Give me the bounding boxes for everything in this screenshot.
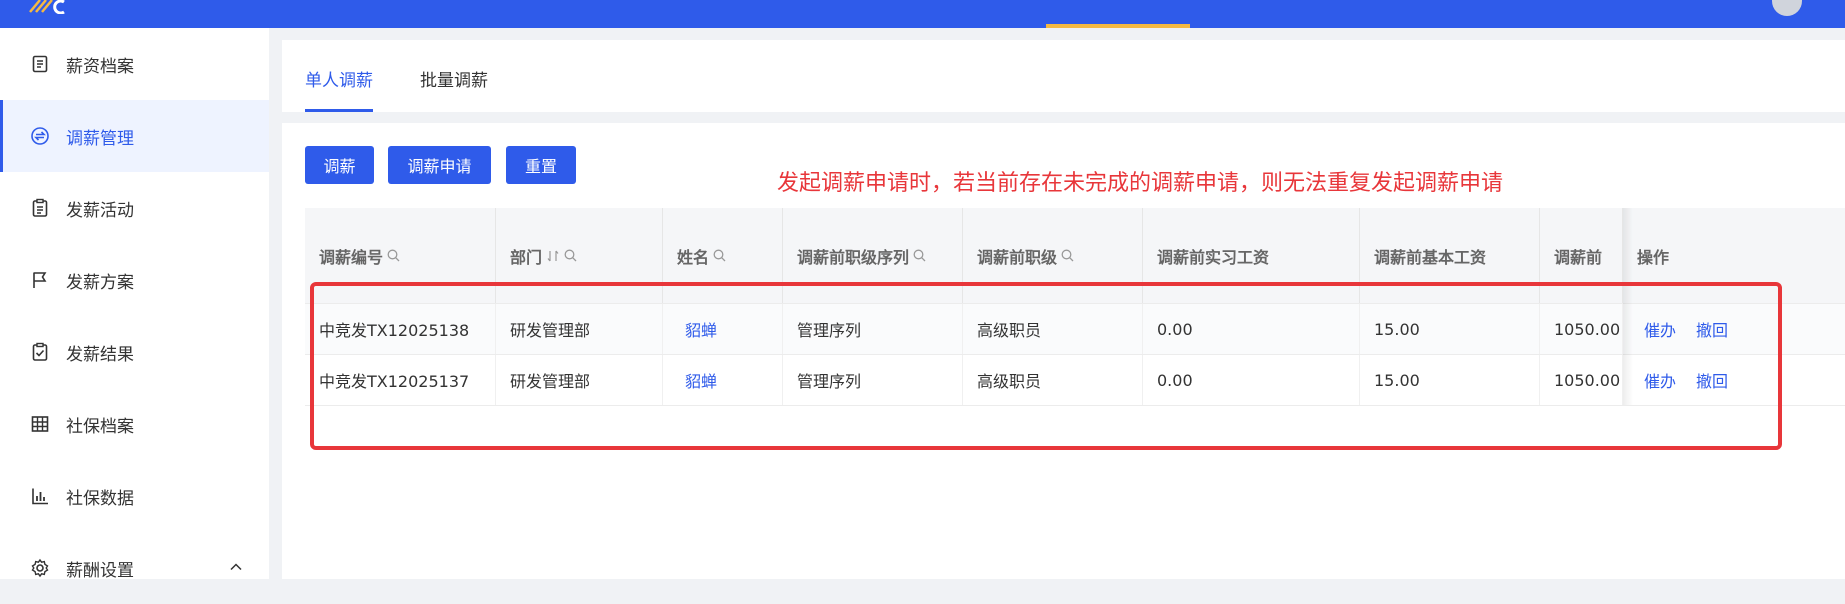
columns-icon	[30, 414, 50, 434]
urge-link[interactable]: 催办	[1644, 368, 1676, 392]
cell-dept: 研发管理部	[496, 355, 663, 405]
cell-base-salary: 15.00	[1360, 355, 1540, 405]
table-header: 调薪编号 部门 姓名 调薪前职级序列 调薪前职级 调薪前实习工资 调薪前基本工资…	[305, 208, 1845, 304]
gear-icon	[30, 558, 50, 578]
urge-link[interactable]: 催办	[1644, 317, 1676, 341]
sidebar-item-payroll-plan[interactable]: 发薪方案	[0, 244, 269, 316]
adjust-salary-button[interactable]: 调薪	[305, 146, 374, 184]
cell-prev-salary: 1050.00	[1540, 304, 1623, 354]
salary-adjustment-table: 调薪编号 部门 姓名 调薪前职级序列 调薪前职级 调薪前实习工资 调薪前基本工资…	[305, 208, 1845, 579]
cell-dept: 研发管理部	[496, 304, 663, 354]
sidebar-item-salary-adjustment[interactable]: 调薪管理	[0, 100, 269, 172]
employee-name-link[interactable]: 貂蝉	[663, 355, 783, 405]
column-header-rank-sequence: 调薪前职级序列	[783, 208, 963, 303]
document-icon	[30, 54, 50, 74]
cell-intern-salary: 0.00	[1143, 304, 1360, 354]
main-content: 调薪 调薪申请 重置 发起调薪申请时，若当前存在未完成的调薪申请，则无法重复发起…	[282, 123, 1845, 579]
column-header-prev-salary: 调薪前	[1540, 208, 1623, 303]
cell-actions: 催办 撤回	[1623, 355, 1845, 405]
table-row: 中竞发TX12025137 研发管理部 貂蝉 管理序列 高级职员 0.00 15…	[305, 355, 1845, 406]
column-header-base-salary: 调薪前基本工资	[1360, 208, 1540, 303]
flag-icon	[30, 270, 50, 290]
top-navigation-bar	[0, 0, 1845, 28]
sidebar-item-label: 发薪方案	[66, 272, 134, 293]
avatar[interactable]	[1772, 0, 1802, 16]
sidebar-item-compensation-settings[interactable]: 薪酬设置	[0, 532, 269, 604]
search-icon[interactable]	[713, 249, 726, 262]
search-icon[interactable]	[387, 249, 400, 262]
cell-intern-salary: 0.00	[1143, 355, 1360, 405]
cell-prev-salary: 1050.00	[1540, 355, 1623, 405]
annotation-note: 发起调薪申请时，若当前存在未完成的调薪申请，则无法重复发起调薪申请	[777, 171, 1504, 196]
sidebar-item-label: 薪酬设置	[66, 560, 134, 581]
chevron-up-icon[interactable]	[229, 560, 243, 574]
sidebar-item-payroll-result[interactable]: 发薪结果	[0, 316, 269, 388]
fixed-column-shadow	[1623, 208, 1633, 405]
sidebar-item-label: 薪资档案	[66, 56, 134, 77]
sort-icon[interactable]	[546, 249, 560, 263]
cell-rank-sequence: 管理序列	[783, 304, 963, 354]
withdraw-link[interactable]: 撤回	[1696, 317, 1728, 341]
column-header-actions: 操作	[1637, 247, 1670, 267]
logo-icon	[29, 0, 65, 14]
sidebar-item-label: 调薪管理	[66, 128, 134, 149]
column-header-id: 调薪编号	[305, 208, 496, 303]
cell-rank: 高级职员	[963, 355, 1143, 405]
cell-actions: 催办 撤回	[1623, 304, 1845, 354]
bar-chart-icon	[30, 486, 50, 506]
sidebar-item-label: 社保档案	[66, 416, 134, 437]
cell-id: 中竞发TX12025137	[305, 355, 496, 405]
search-icon[interactable]	[913, 249, 926, 262]
employee-name-link[interactable]: 貂蝉	[663, 304, 783, 354]
sidebar-item-social-security-data[interactable]: 社保数据	[0, 460, 269, 532]
clipboard-icon	[30, 198, 50, 218]
salary-adjustment-apply-button[interactable]: 调薪申请	[388, 146, 491, 184]
tab-bar: 单人调薪 批量调薪	[282, 40, 1845, 112]
column-header-intern-salary: 调薪前实习工资	[1143, 208, 1360, 303]
column-header-rank: 调薪前职级	[963, 208, 1143, 303]
sidebar-item-label: 社保数据	[66, 488, 134, 509]
search-icon[interactable]	[564, 249, 577, 262]
search-icon[interactable]	[1061, 249, 1074, 262]
sidebar-item-label: 发薪活动	[66, 200, 134, 221]
table-row: 中竞发TX12025138 研发管理部 貂蝉 管理序列 高级职员 0.00 15…	[305, 304, 1845, 355]
sidebar-item-salary-archive[interactable]: 薪资档案	[0, 28, 269, 100]
cell-id: 中竞发TX12025138	[305, 304, 496, 354]
tab-batch-adjustment[interactable]: 批量调薪	[420, 66, 488, 109]
sidebar: 薪资档案 调薪管理 发薪活动 发薪方案 发薪结果 社保档案 社保数据 薪酬设置	[0, 28, 269, 581]
sidebar-item-social-security-archive[interactable]: 社保档案	[0, 388, 269, 460]
tab-single-adjustment[interactable]: 单人调薪	[305, 66, 373, 112]
sidebar-item-label: 发薪结果	[66, 344, 134, 365]
withdraw-link[interactable]: 撤回	[1696, 368, 1728, 392]
active-top-tab-indicator	[1046, 24, 1190, 28]
reset-button[interactable]: 重置	[506, 146, 576, 184]
cell-rank-sequence: 管理序列	[783, 355, 963, 405]
cell-base-salary: 15.00	[1360, 304, 1540, 354]
column-header-dept: 部门	[496, 208, 663, 303]
sidebar-item-payroll-activity[interactable]: 发薪活动	[0, 172, 269, 244]
clipboard-check-icon	[30, 342, 50, 362]
cell-rank: 高级职员	[963, 304, 1143, 354]
column-header-name: 姓名	[663, 208, 783, 303]
exchange-icon	[30, 126, 50, 146]
